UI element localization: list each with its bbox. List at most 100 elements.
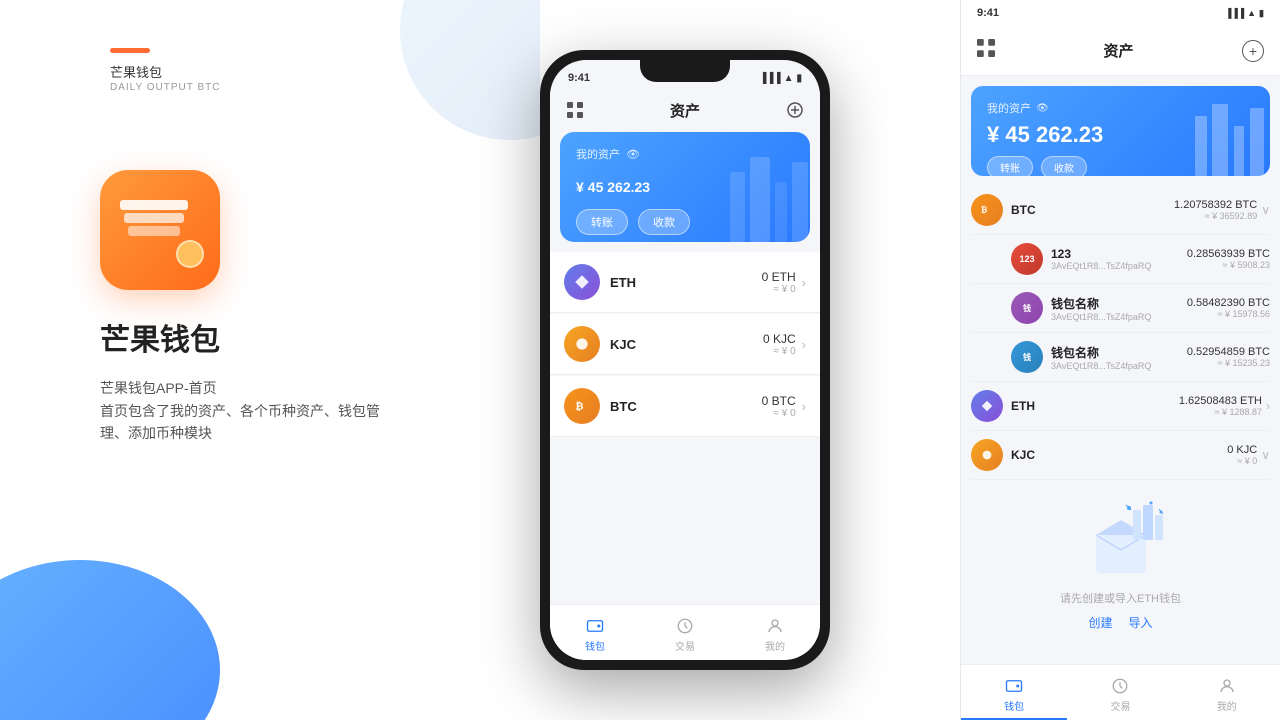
phone-app-header: 资产 (550, 90, 820, 130)
right-transfer-button[interactable]: 转账 (987, 156, 1033, 176)
right-coin-list: ₿ BTC 1.20758392 BTC ≈ ¥ 36592.89 ∨ 123 … (961, 186, 1280, 480)
right-panel: 9:41 ▐▐▐ ▲ ▮ 资产 + 我的 资产 👁 (960, 0, 1280, 720)
kjc-arrow-icon: › (802, 337, 806, 352)
right-123-addr: 3AvEQt1R8...TsZ4fpaRQ (1051, 261, 1187, 271)
phone-section: 9:41 ▐▐▐ ▲ ▮ 资产 (480, 20, 890, 700)
right-nav-mine-label: 我的 (1217, 698, 1237, 713)
phone-bottom-nav: 钱包 交易 我的 (550, 604, 820, 660)
app-title: 芒果钱包 (100, 315, 220, 359)
right-add-button[interactable]: + (1242, 40, 1264, 62)
signal-icon: ▐▐▐ (759, 73, 780, 84)
empty-state-links: 创建 导入 (1088, 614, 1152, 631)
right-coin-wallet2[interactable]: 钱 钱包名称 3AvEQt1R8...TsZ4fpaRQ 0.52954859 … (971, 333, 1270, 382)
kjc-logo (564, 326, 600, 362)
phone-status-time: 9:41 (568, 72, 590, 84)
right-coin-wallet1[interactable]: 钱 钱包名称 3AvEQt1R8...TsZ4fpaRQ 0.58482390 … (971, 284, 1270, 333)
btc-approx: ≈ ¥ 0 (762, 408, 796, 419)
phone-nav-wallet[interactable]: 钱包 (550, 612, 640, 653)
phone-status-icons: ▐▐▐ ▲ ▮ (759, 73, 802, 84)
right-kjc-name: KJC (1011, 448, 1227, 462)
right-123-info: 123 3AvEQt1R8...TsZ4fpaRQ (1051, 247, 1187, 271)
right-eth-balance: 1.62508483 ETH ≈ ¥ 1288.87 (1179, 395, 1262, 417)
right-wallet2-name: 钱包名称 (1051, 344, 1187, 361)
eth-logo (564, 264, 600, 300)
right-nav-mine[interactable]: 我的 (1174, 672, 1280, 713)
svg-text:₿: ₿ (981, 206, 988, 215)
phone-nav-tx[interactable]: 交易 (640, 612, 730, 653)
right-wallet-nav-icon (1004, 676, 1024, 696)
right-wallet1-name: 钱包名称 (1051, 295, 1187, 312)
create-wallet-link[interactable]: 创建 (1088, 614, 1112, 631)
eye-icon[interactable]: 👁 (626, 148, 640, 161)
right-coin-btc[interactable]: ₿ BTC 1.20758392 BTC ≈ ¥ 36592.89 ∨ (971, 186, 1270, 235)
phone-nav-mine-label: 我的 (765, 638, 785, 653)
right-grid-icon[interactable] (977, 39, 995, 62)
phone-nav-mine[interactable]: 我的 (730, 612, 820, 653)
right-mine-nav-icon (1217, 676, 1237, 696)
right-tx-nav-icon (1110, 676, 1130, 696)
phone-coin-eth[interactable]: ETH 0 ETH ≈ ¥ 0 › (550, 252, 820, 313)
right-eth-arrow-icon: › (1266, 399, 1270, 413)
right-receive-button[interactable]: 收款 (1041, 156, 1087, 176)
right-nav-tx[interactable]: 交易 (1067, 672, 1173, 713)
right-wallet1-logo: 钱 (1011, 292, 1043, 324)
right-coin-123[interactable]: 123 123 3AvEQt1R8...TsZ4fpaRQ 0.28563939… (971, 235, 1270, 284)
right-123-balance: 0.28563939 BTC ≈ ¥ 5908.23 (1187, 248, 1270, 270)
phone-nav-tx-label: 交易 (675, 638, 695, 653)
wifi-icon: ▲ (784, 73, 794, 84)
eth-approx: ≈ ¥ 0 (762, 284, 796, 295)
right-kjc-info: KJC (1011, 448, 1227, 462)
right-btc-name: BTC (1011, 203, 1174, 217)
right-btc-logo: ₿ (971, 194, 1003, 226)
tx-nav-icon (675, 616, 695, 636)
brand-name-top: 芒果钱包 (110, 62, 162, 81)
phone-coin-btc[interactable]: ₿ BTC 0 BTC ≈ ¥ 0 › (550, 376, 820, 437)
phone-coin-kjc[interactable]: KJC 0 KJC ≈ ¥ 0 › (550, 314, 820, 375)
kjc-info: KJC (610, 337, 763, 352)
right-header-title: 资产 (1103, 40, 1133, 61)
right-kjc-logo (971, 439, 1003, 471)
right-eye-icon[interactable]: 👁 (1036, 103, 1049, 114)
receive-button[interactable]: 收款 (638, 209, 690, 235)
transfer-button[interactable]: 转账 (576, 209, 628, 235)
right-app-header: 资产 + (961, 26, 1280, 76)
phone-header-title: 资产 (670, 100, 700, 121)
right-signal-icon: ▐▐▐ (1225, 8, 1244, 18)
right-nav-tx-label: 交易 (1110, 698, 1130, 713)
mine-nav-icon (765, 616, 785, 636)
add-icon[interactable] (784, 99, 806, 121)
right-coin-eth[interactable]: ETH 1.62508483 ETH ≈ ¥ 1288.87 › (971, 382, 1270, 431)
empty-illustration (1071, 500, 1171, 580)
left-section: 芒果钱包 DAILY OUTPUT BTC 芒果钱包 芒果钱包APP-首页 首页… (0, 0, 540, 720)
right-status-icons: ▐▐▐ ▲ ▮ (1225, 8, 1264, 19)
kjc-balance: 0 KJC (763, 332, 796, 346)
right-wallet2-logo: 钱 (1011, 341, 1043, 373)
right-123-name: 123 (1051, 247, 1187, 261)
right-nav-wallet[interactable]: 钱包 (961, 672, 1067, 713)
right-asset-card: 我的资产 👁 ¥ 45 262.23 转账 收款 (971, 86, 1270, 176)
kjc-balance-group: 0 KJC ≈ ¥ 0 (763, 332, 796, 357)
right-coin-kjc[interactable]: KJC 0 KJC ≈ ¥ 0 ∨ (971, 431, 1270, 480)
wallet-nav-icon (585, 616, 605, 636)
phone-coin-list: ETH 0 ETH ≈ ¥ 0 › KJC (550, 252, 820, 604)
eth-info: ETH (610, 275, 762, 290)
btc-logo: ₿ (564, 388, 600, 424)
right-wallet1-info: 钱包名称 3AvEQt1R8...TsZ4fpaRQ (1051, 295, 1187, 322)
right-kjc-arrow-icon: ∨ (1261, 448, 1270, 462)
import-wallet-link[interactable]: 导入 (1129, 614, 1153, 631)
app-icon (100, 170, 220, 290)
right-wallet1-addr: 3AvEQt1R8...TsZ4fpaRQ (1051, 312, 1187, 322)
empty-state-text: 请先创建或导入ETH钱包 (1060, 590, 1181, 606)
blue-blob-decoration (0, 560, 220, 720)
right-btc-arrow-icon: ∨ (1261, 203, 1270, 217)
right-wallet2-info: 钱包名称 3AvEQt1R8...TsZ4fpaRQ (1051, 344, 1187, 371)
btc-arrow-icon: › (802, 399, 806, 414)
eth-balance-group: 0 ETH ≈ ¥ 0 (762, 270, 796, 295)
eth-name: ETH (610, 275, 762, 290)
right-kjc-balance: 0 KJC ≈ ¥ 0 (1227, 444, 1257, 466)
btc-balance-group: 0 BTC ≈ ¥ 0 (762, 394, 796, 419)
right-nav-wallet-label: 钱包 (1004, 698, 1024, 713)
eth-balance: 0 ETH (762, 270, 796, 284)
grid-menu-icon[interactable] (564, 99, 586, 121)
right-status-time: 9:41 (977, 7, 999, 19)
